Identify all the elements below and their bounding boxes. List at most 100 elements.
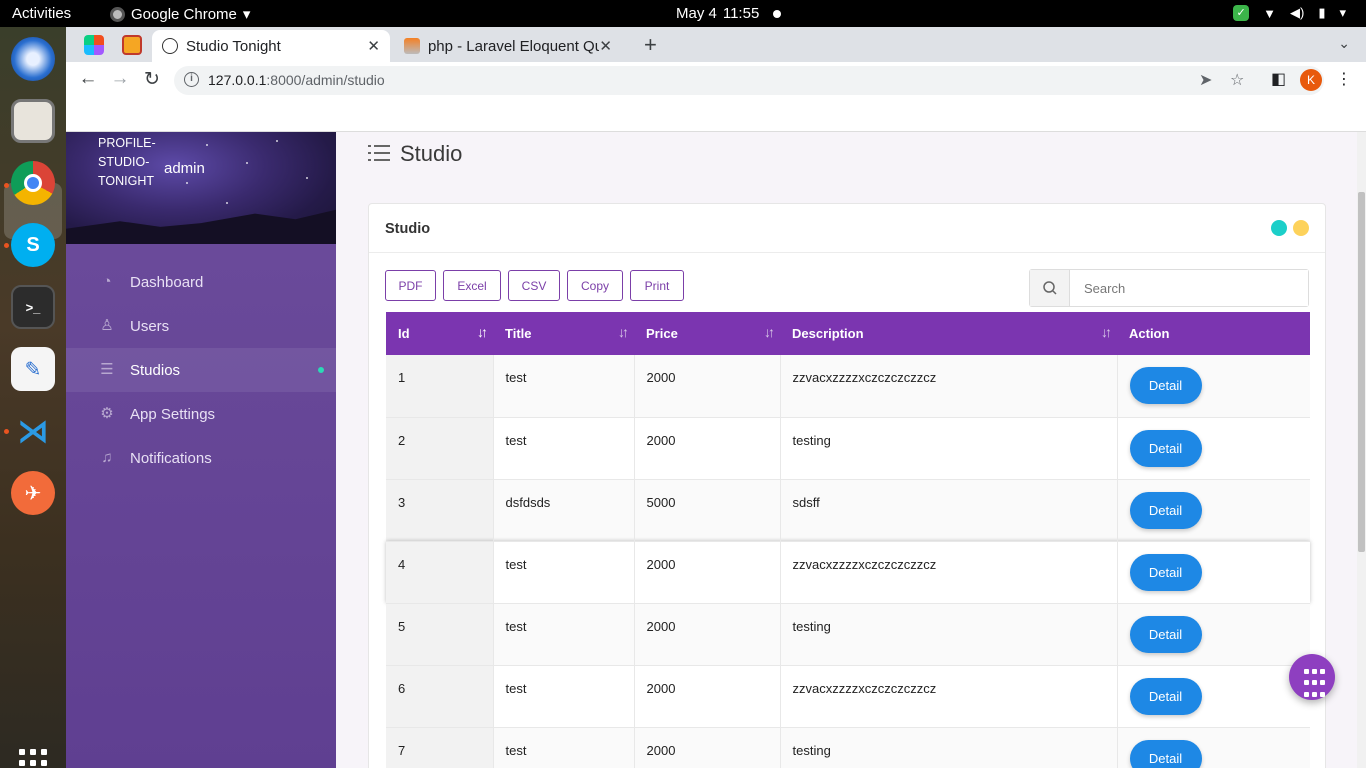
back-icon[interactable]: ← [76, 68, 100, 90]
skype-icon[interactable]: S [11, 223, 55, 267]
show-applications-icon[interactable] [19, 749, 47, 768]
detail-button[interactable]: Detail [1129, 739, 1202, 768]
cell-id: 6 [386, 665, 494, 728]
close-tab-icon[interactable]: ✕ [367, 37, 380, 55]
pinned-tab-icon[interactable] [122, 35, 142, 55]
shield-icon[interactable]: ✓ [1233, 5, 1250, 21]
detail-button[interactable]: Detail [1129, 615, 1202, 653]
search-box [1029, 269, 1309, 307]
page-top-navbar [66, 98, 1366, 132]
text-editor-icon[interactable]: ✎ [11, 347, 55, 391]
side-panel-icon[interactable]: ◧ [1271, 69, 1286, 89]
tab-title: Studio Tonight [186, 37, 281, 55]
forward-icon[interactable]: → [108, 68, 132, 90]
column-header-title[interactable]: Title ↓↑ [493, 312, 634, 355]
clock[interactable]: May 4 11:55 [676, 5, 782, 22]
bookmark-star-icon[interactable]: ☆ [1230, 70, 1244, 90]
cell-price: 2000 [634, 665, 781, 728]
detail-button[interactable]: Detail [1129, 367, 1202, 404]
cell-title: test [493, 355, 635, 418]
cell-action: Detail [1117, 603, 1310, 666]
sort-icon: ↓↑ [764, 324, 775, 340]
url-text[interactable]: 127.0.0.1:8000/admin/studio [208, 72, 385, 88]
system-tray[interactable]: ✓ ▼ ◀) ▮ ▾ [1233, 5, 1346, 21]
thunderbird-icon[interactable] [11, 37, 55, 81]
activities-button[interactable]: Activities [12, 5, 71, 22]
export-csv-button[interactable]: CSV [508, 270, 560, 301]
browser-tab-bar: Studio Tonight ✕ php - Laravel Eloquent … [66, 27, 1366, 62]
os-top-bar: Activities Google Chrome ▾ May 4 11:55 ✓… [0, 0, 1366, 27]
reload-icon[interactable]: ↻ [140, 68, 164, 91]
figma-pinned-tab-icon[interactable] [84, 35, 104, 55]
column-header-id[interactable]: Id ↓↑ [386, 312, 493, 355]
sidebar-profile-header: PROFILE-STUDIO-TONIGHT admin [66, 132, 336, 244]
cell-price: 2000 [634, 541, 781, 604]
tab-search-chevron-icon[interactable]: ⌄ [1338, 35, 1350, 52]
cell-price: 2000 [634, 727, 781, 768]
postman-icon[interactable]: ✈ [11, 471, 55, 515]
address-bar[interactable]: i 127.0.0.1:8000/admin/studio ➤ ☆ [174, 66, 1324, 95]
sidebar-item-studios[interactable]: ☰ Studios [66, 348, 336, 392]
card-collapse-dot-button[interactable] [1293, 220, 1309, 236]
tab-stackoverflow[interactable]: php - Laravel Eloquent Qu ✕ [394, 30, 622, 62]
sidebar-item-label: Studios [130, 361, 181, 379]
cell-title: test [493, 603, 635, 666]
sidebar-item-dashboard[interactable]: ◔ Dashboard [66, 260, 336, 304]
new-tab-icon[interactable]: + [644, 32, 657, 58]
terminal-icon[interactable]: >_ [11, 285, 55, 329]
files-icon[interactable] [11, 99, 55, 143]
card-refresh-dot-button[interactable] [1271, 220, 1287, 236]
detail-button[interactable]: Detail [1129, 491, 1202, 529]
table-row: 6 test 2000 zzvacxzzzzxczczczczzcz Detai… [386, 665, 1310, 728]
sidebar-item-app-settings[interactable]: ⚙ App Settings [66, 392, 336, 436]
print-button[interactable]: Print [630, 270, 684, 301]
running-indicator-icon [4, 429, 9, 434]
tab-studio-tonight[interactable]: Studio Tonight ✕ [152, 30, 390, 62]
site-info-icon[interactable]: i [184, 72, 199, 87]
cell-title: test [493, 665, 635, 728]
sidebar-item-users[interactable]: ♙ Users [66, 304, 336, 348]
chrome-icon[interactable] [11, 161, 55, 205]
clock-time: 11:55 [722, 5, 760, 22]
cell-id: 3 [386, 479, 494, 542]
studio-card: Studio PDF Excel CSV Copy Print Id↓↑ Tit… [368, 203, 1326, 768]
active-indicator-icon [318, 367, 324, 373]
search-input[interactable] [1071, 270, 1308, 306]
detail-button[interactable]: Detail [1129, 677, 1202, 715]
cell-description: zzvacxzzzzxczczczczzcz [780, 355, 1118, 418]
scrollbar-thumb[interactable] [1358, 192, 1365, 552]
cell-action: Detail [1117, 355, 1310, 418]
sidebar-item-label: Dashboard [130, 273, 204, 291]
close-tab-icon[interactable]: ✕ [599, 37, 612, 55]
cell-id: 1 [386, 355, 494, 418]
bell-icon: ♫ [101, 449, 113, 466]
profile-avatar[interactable]: K [1300, 69, 1322, 91]
cell-price: 2000 [634, 417, 781, 480]
page-scrollbar[interactable] [1357, 132, 1366, 768]
column-header-price[interactable]: Price ↓↑ [634, 312, 780, 355]
app-menu[interactable]: Google Chrome ▾ [110, 5, 250, 23]
list-icon [368, 145, 390, 161]
copy-button[interactable]: Copy [567, 270, 623, 301]
detail-button[interactable]: Detail [1129, 429, 1202, 467]
apps-grid-fab-button[interactable] [1289, 654, 1335, 700]
column-header-description[interactable]: Description ↓↑ [780, 312, 1117, 355]
browser-toolbar: ← → ↻ i 127.0.0.1:8000/admin/studio ➤ ☆ … [66, 62, 1366, 98]
more-menu-icon[interactable]: ⋮ [1336, 69, 1352, 89]
tab-title: php - Laravel Eloquent Qu [427, 37, 600, 55]
detail-button[interactable]: Detail [1129, 553, 1202, 591]
url-path: :8000/admin/studio [266, 72, 385, 88]
sort-icon: ↓↑ [1101, 324, 1112, 340]
sidebar-item-notifications[interactable]: ♫ Notifications [66, 436, 336, 480]
sidebar-item-label: Notifications [130, 449, 212, 467]
cell-id: 5 [386, 603, 494, 666]
cell-action: Detail [1117, 665, 1310, 728]
export-excel-button[interactable]: Excel [443, 270, 501, 301]
vscode-icon[interactable]: ⋊ [11, 409, 55, 453]
send-icon[interactable]: ➤ [1199, 70, 1212, 90]
tab-favicon-icon [162, 38, 178, 54]
sidebar-username[interactable]: admin [164, 160, 205, 177]
export-pdf-button[interactable]: PDF [385, 270, 436, 301]
cell-price: 2000 [634, 603, 781, 666]
recording-indicator-icon [773, 9, 782, 18]
